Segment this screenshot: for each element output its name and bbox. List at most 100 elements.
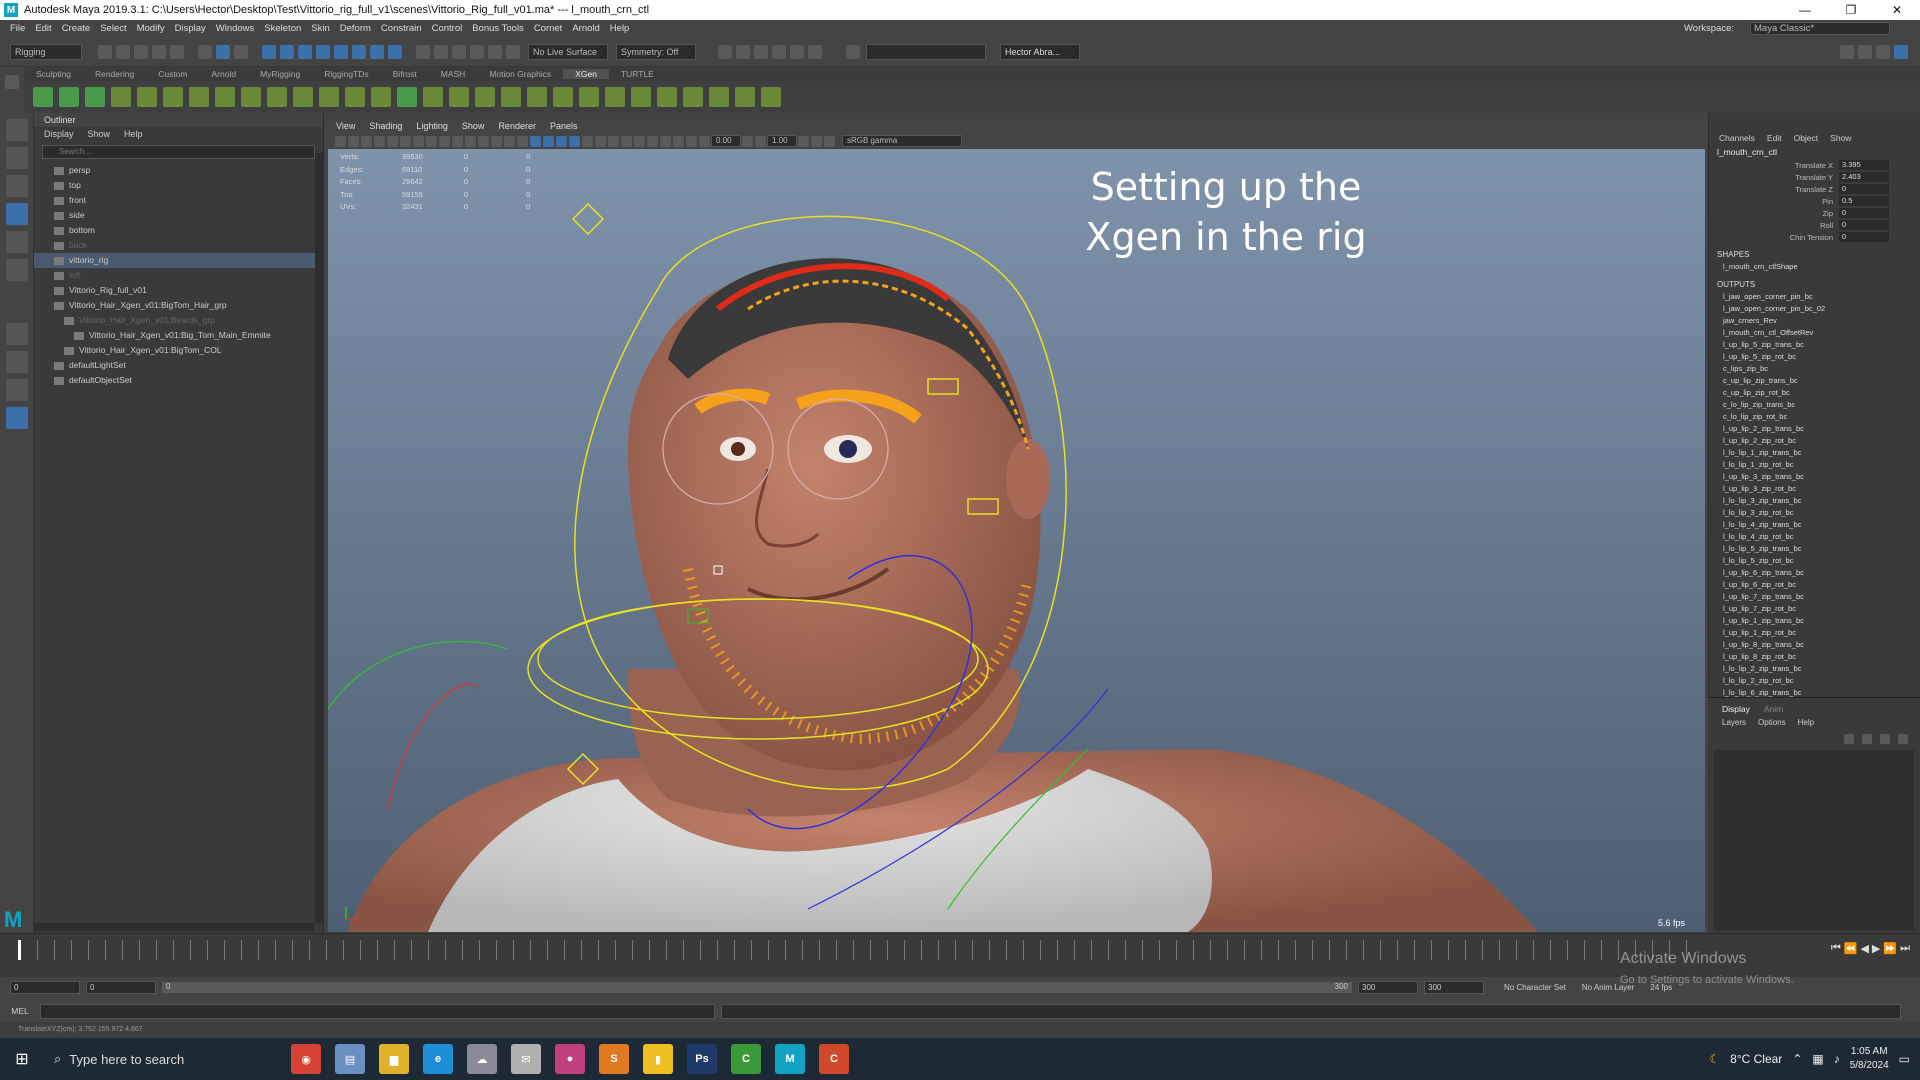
attribute-value[interactable]: 2.403 — [1839, 172, 1889, 182]
output-node[interactable]: c_lips_zip_bc — [1709, 363, 1920, 375]
output-node[interactable]: l_lo_lip_2_zip_trans_bc — [1709, 663, 1920, 675]
output-node[interactable]: l_up_lip_5_zip_trans_bc — [1709, 339, 1920, 351]
input-mode-icon[interactable] — [846, 44, 860, 59]
xgen-brush-5-icon[interactable] — [527, 87, 547, 107]
viewport-menu-panels[interactable]: Panels — [550, 119, 578, 133]
xgen-brush-11-icon[interactable] — [683, 87, 703, 107]
outliner-item[interactable]: bottom — [34, 223, 323, 238]
viewport-tool-icon[interactable] — [387, 135, 398, 147]
output-node[interactable]: c_up_lip_zip_trans_bc — [1709, 375, 1920, 387]
media-app-icon[interactable]: ● — [555, 1044, 585, 1074]
channel-attribute[interactable]: Translate Y 2.403 — [1709, 171, 1920, 183]
xgen-noise-icon[interactable] — [371, 87, 391, 107]
xgen-brush-7-icon[interactable] — [579, 87, 599, 107]
photoshop-app-icon[interactable]: Ps — [687, 1044, 717, 1074]
outliner-item[interactable]: back — [34, 238, 323, 253]
shelf-tab-custom[interactable]: Custom — [146, 69, 199, 79]
undo-icon[interactable] — [152, 44, 166, 59]
xgen-sculpt-icon[interactable] — [163, 87, 183, 107]
go-to-end-icon[interactable]: ⏭ — [1900, 942, 1910, 955]
hypershade-icon[interactable] — [790, 44, 804, 59]
shelf-tab-mash[interactable]: MASH — [429, 69, 478, 79]
chrome-app-icon[interactable]: ◉ — [291, 1044, 321, 1074]
pause-icon[interactable] — [808, 44, 822, 59]
output-node[interactable]: c_lo_lip_zip_trans_bc — [1709, 399, 1920, 411]
gamma-field[interactable]: 1.00 — [767, 135, 797, 147]
outliner-item[interactable]: Vittorio_Hair_Xgen_v01:Beards_grp — [34, 313, 323, 328]
attribute-value[interactable]: 0 — [1839, 208, 1889, 218]
outliner-item[interactable]: Vittorio_Hair_Xgen_v01:BigTom_COL — [34, 343, 323, 358]
new-layer-selected-icon[interactable] — [1898, 734, 1908, 744]
attribute-editor-icon[interactable] — [1858, 44, 1872, 59]
user-account-dropdown[interactable]: Hector Abra... — [1000, 43, 1080, 60]
viewport-tool-icon[interactable] — [569, 135, 580, 147]
viewport-tool-icon[interactable] — [686, 135, 697, 147]
layers-options-menu[interactable]: Options — [1758, 716, 1786, 730]
select-hierarchy-icon[interactable] — [198, 44, 212, 59]
channel-attribute[interactable]: Translate X 3.395 — [1709, 159, 1920, 171]
menu-cornet[interactable]: Cornet — [534, 23, 563, 34]
minimize-button[interactable]: — — [1782, 0, 1828, 20]
outliner-item[interactable]: vittorio_rig — [34, 253, 323, 268]
range-bar[interactable]: 0 300 — [162, 981, 1352, 993]
select-tool-icon[interactable] — [6, 119, 28, 141]
output-node[interactable]: l_up_lip_3_zip_rot_bc — [1709, 483, 1920, 495]
xgen-brush-8-icon[interactable] — [605, 87, 625, 107]
scale-tool-icon[interactable] — [6, 259, 28, 281]
output-node[interactable]: l_up_lip_6_zip_rot_bc — [1709, 579, 1920, 591]
outliner-menu-show[interactable]: Show — [88, 127, 111, 141]
modeling-toolkit-icon[interactable] — [1840, 44, 1854, 59]
taskbar-clock[interactable]: 1:05 AM 5/8/2024 — [1850, 1045, 1889, 1073]
show-menu[interactable]: Show — [1830, 131, 1851, 145]
output-node[interactable]: l_lo_lip_5_zip_trans_bc — [1709, 543, 1920, 555]
xgen-clump-icon[interactable] — [345, 87, 365, 107]
outliner-layout-icon[interactable] — [6, 407, 28, 429]
render-settings-icon[interactable] — [772, 44, 786, 59]
single-perspective-icon[interactable] — [6, 323, 28, 345]
object-menu[interactable]: Object — [1794, 131, 1819, 145]
weather-text[interactable]: 8°C Clear — [1730, 1052, 1782, 1066]
snap-grid-icon[interactable] — [416, 44, 430, 59]
four-view-icon[interactable] — [6, 351, 28, 373]
xgen-layer-icon[interactable] — [241, 87, 261, 107]
select-by-type-icon[interactable] — [262, 44, 276, 59]
shelf-tab-motion-graphics[interactable]: Motion Graphics — [477, 69, 563, 79]
viewport-tool-icon[interactable] — [335, 135, 346, 147]
output-node[interactable]: l_lo_lip_4_zip_trans_bc — [1709, 519, 1920, 531]
output-node[interactable]: l_lo_lip_2_zip_rot_bc — [1709, 675, 1920, 687]
xgen-normalize-icon[interactable] — [215, 87, 235, 107]
menu-control[interactable]: Control — [432, 23, 463, 34]
viewport-tool-icon[interactable] — [556, 135, 567, 147]
mel-input[interactable] — [40, 1003, 715, 1019]
cloud-app-icon[interactable]: ☁ — [467, 1044, 497, 1074]
end-time-field[interactable]: 300 — [1424, 980, 1484, 994]
viewport-tool-icon[interactable] — [426, 135, 437, 147]
select-misc-icon[interactable] — [388, 44, 402, 59]
attribute-value[interactable]: 0 — [1839, 232, 1889, 242]
menu-bonus-tools[interactable]: Bonus Tools — [472, 23, 524, 34]
viewport-tool-icon[interactable] — [634, 135, 645, 147]
xgen-brush-4-icon[interactable] — [501, 87, 521, 107]
sublime-app-icon[interactable]: S — [599, 1044, 629, 1074]
render-view-icon[interactable] — [718, 44, 732, 59]
xgen-brush-10-icon[interactable] — [657, 87, 677, 107]
outliner-hscrollbar[interactable] — [34, 923, 314, 931]
paint-select-icon[interactable] — [6, 175, 28, 197]
xgen-brush-1-icon[interactable] — [423, 87, 443, 107]
xgen-rebuild-icon[interactable] — [189, 87, 209, 107]
snap-vertex-icon[interactable] — [506, 44, 520, 59]
shelf-tab-myrigging[interactable]: MyRigging — [248, 69, 312, 79]
layer-list[interactable] — [1714, 750, 1914, 930]
viewport-tool-icon[interactable] — [582, 135, 593, 147]
viewport-tool-icon[interactable] — [673, 135, 684, 147]
viewport-tool-icon[interactable] — [400, 135, 411, 147]
output-node[interactable]: l_jaw_open_corner_pin_bc_02 — [1709, 303, 1920, 315]
channel-attribute[interactable]: Chin Tension 0 — [1709, 231, 1920, 243]
menu-deform[interactable]: Deform — [340, 23, 371, 34]
taskbar-search[interactable]: ⌕ Type here to search — [44, 1038, 244, 1080]
viewport-menu-renderer[interactable]: Renderer — [498, 119, 536, 133]
output-node[interactable]: l_up_lip_8_zip_rot_bc — [1709, 651, 1920, 663]
viewport-tool-icon[interactable] — [543, 135, 554, 147]
menu-skin[interactable]: Skin — [311, 23, 329, 34]
outliner-scrollbar[interactable] — [315, 153, 323, 923]
